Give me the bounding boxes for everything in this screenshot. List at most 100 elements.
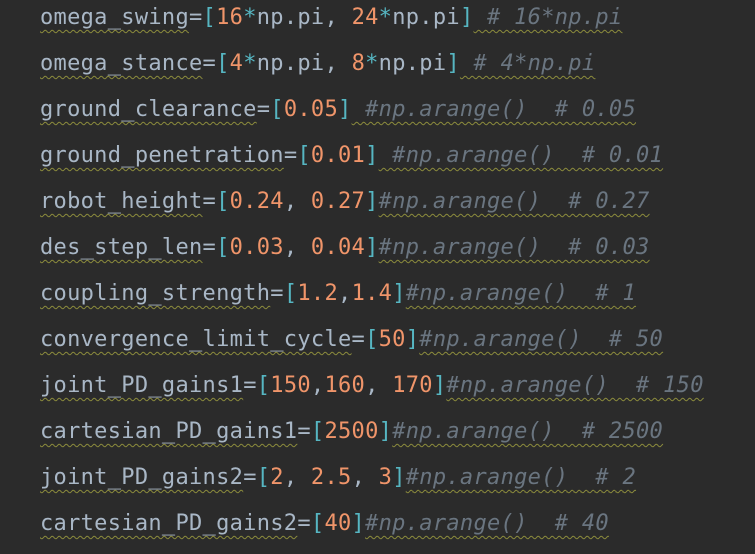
coupling-strength-line[interactable]: coupling_strength=[1.2,1.4]#np.arange() … (40, 278, 636, 310)
variable-name: cartesian_PD_gains1 (40, 419, 298, 444)
code-comment: #np.arange() # 40 (365, 511, 609, 536)
number-literal: 4 (229, 51, 244, 76)
code-token: = (351, 327, 366, 352)
code-token: np.pi (256, 51, 325, 76)
number-literal: 0.03 (229, 235, 284, 260)
variable-name: joint_PD_gains2 (40, 465, 244, 490)
variable-name: coupling_strength (40, 281, 271, 306)
bracket-token: [ (216, 51, 230, 76)
number-literal: 1.4 (351, 281, 393, 306)
number-literal: 16 (216, 5, 244, 30)
code-token: = (243, 373, 257, 398)
code-comment: #np.arange() # 2 (405, 465, 637, 490)
bracket-token: ] (432, 373, 447, 398)
code-token: * (365, 51, 379, 76)
des-step-len-line[interactable]: des_step_len=[0.03, 0.04]#np.arange() # … (40, 232, 650, 264)
code-token: = (202, 51, 217, 76)
bracket-token: [ (202, 5, 217, 30)
bracket-token: ] (405, 327, 420, 352)
code-token: = (202, 235, 217, 260)
variable-name: des_step_len (40, 235, 203, 260)
code-comment: #np.arange() # 2500 (392, 419, 664, 444)
code-token: = (297, 511, 311, 536)
code-token: = (256, 97, 271, 122)
code-comment: #np.arange() # 0.05 (351, 97, 637, 122)
omega-stance-line[interactable]: omega_stance=[4*np.pi, 8*np.pi] # 4*np.p… (40, 48, 595, 80)
code-token: * (243, 51, 257, 76)
number-literal: 1.2 (297, 281, 339, 306)
code-token: , (324, 51, 352, 76)
bracket-token: ] (392, 465, 406, 490)
bracket-token: ] (338, 97, 352, 122)
cartesian-pd-gains2-line[interactable]: cartesian_PD_gains2=[40]#np.arange() # 4… (40, 508, 609, 540)
variable-name: robot_height (40, 189, 203, 214)
variable-name: omega_stance (40, 51, 203, 76)
number-literal: 2 (270, 465, 284, 490)
ground-penetration-line[interactable]: ground_penetration=[0.01] #np.arange() #… (40, 140, 663, 172)
bracket-token: ] (365, 235, 379, 260)
bracket-token: ] (446, 51, 460, 76)
code-comment: #np.arange() # 0.01 (378, 143, 664, 168)
cartesian-pd-gains1-line[interactable]: cartesian_PD_gains1=[2500]#np.arange() #… (40, 416, 663, 448)
code-token: = (243, 465, 257, 490)
number-literal: 0.01 (310, 143, 366, 168)
number-literal: 0.05 (283, 97, 339, 122)
number-literal: 24 (351, 5, 379, 30)
variable-name: omega_swing (40, 5, 189, 30)
code-token: = (270, 281, 284, 306)
bracket-token: [ (256, 465, 271, 490)
bracket-token: [ (283, 281, 298, 306)
number-literal: 40 (324, 511, 352, 536)
code-token: , (365, 373, 393, 398)
bracket-token: ] (365, 189, 379, 214)
code-token: , (324, 5, 352, 30)
code-token: np.pi (392, 5, 460, 30)
convergence-limit-cycle-line[interactable]: convergence_limit_cycle=[50]#np.arange()… (40, 324, 663, 356)
code-comment: #np.arange() # 150 (446, 373, 704, 398)
bracket-token: [ (270, 97, 284, 122)
code-token: , (310, 373, 325, 398)
number-literal: 0.04 (310, 235, 366, 260)
code-token: np.pi (256, 5, 325, 30)
code-token: = (189, 5, 203, 30)
variable-name: joint_PD_gains1 (40, 373, 244, 398)
bracket-token: [ (256, 373, 271, 398)
code-token: np.pi (378, 51, 447, 76)
code-token: * (243, 5, 257, 30)
robot-height-line[interactable]: robot_height=[0.24, 0.27]#np.arange() # … (40, 186, 650, 218)
code-comment: # 4*np.pi (459, 51, 596, 76)
joint-pd-gains2-line[interactable]: joint_PD_gains2=[2, 2.5, 3]#np.arange() … (40, 462, 636, 494)
code-comment: #np.arange() # 1 (405, 281, 637, 306)
code-token: = (297, 419, 311, 444)
variable-name: ground_penetration (40, 143, 284, 168)
variable-name: cartesian_PD_gains2 (40, 511, 298, 536)
number-literal: 2500 (324, 419, 379, 444)
number-literal: 0.24 (229, 189, 284, 214)
bracket-token: ] (459, 5, 474, 30)
number-literal: 170 (392, 373, 433, 398)
code-token: = (202, 189, 217, 214)
code-token: , (283, 189, 311, 214)
code-comment: # 16*np.pi (473, 5, 623, 30)
number-literal: 3 (378, 465, 393, 490)
variable-name: convergence_limit_cycle (40, 327, 352, 352)
omega-swing-line[interactable]: omega_swing=[16*np.pi, 24*np.pi] # 16*np… (40, 2, 622, 34)
code-token: , (283, 235, 311, 260)
code-token: = (283, 143, 298, 168)
number-literal: 50 (378, 327, 406, 352)
bracket-token: [ (216, 235, 230, 260)
bracket-token: [ (310, 511, 325, 536)
variable-name: ground_clearance (40, 97, 257, 122)
ground-clearance-line[interactable]: ground_clearance=[0.05] #np.arange() # 0… (40, 94, 636, 126)
joint-pd-gains1-line[interactable]: joint_PD_gains1=[150,160, 170]#np.arange… (40, 370, 704, 402)
code-editor[interactable]: omega_swing=[16*np.pi, 24*np.pi] # 16*np… (0, 0, 755, 554)
code-token: * (378, 5, 393, 30)
code-comment: #np.arange() # 0.27 (378, 189, 650, 214)
bracket-token: ] (378, 419, 393, 444)
number-literal: 2.5 (310, 465, 352, 490)
number-literal: 150 (270, 373, 311, 398)
bracket-token: [ (365, 327, 379, 352)
number-literal: 160 (324, 373, 366, 398)
code-token: , (283, 465, 311, 490)
code-token: , (351, 465, 379, 490)
